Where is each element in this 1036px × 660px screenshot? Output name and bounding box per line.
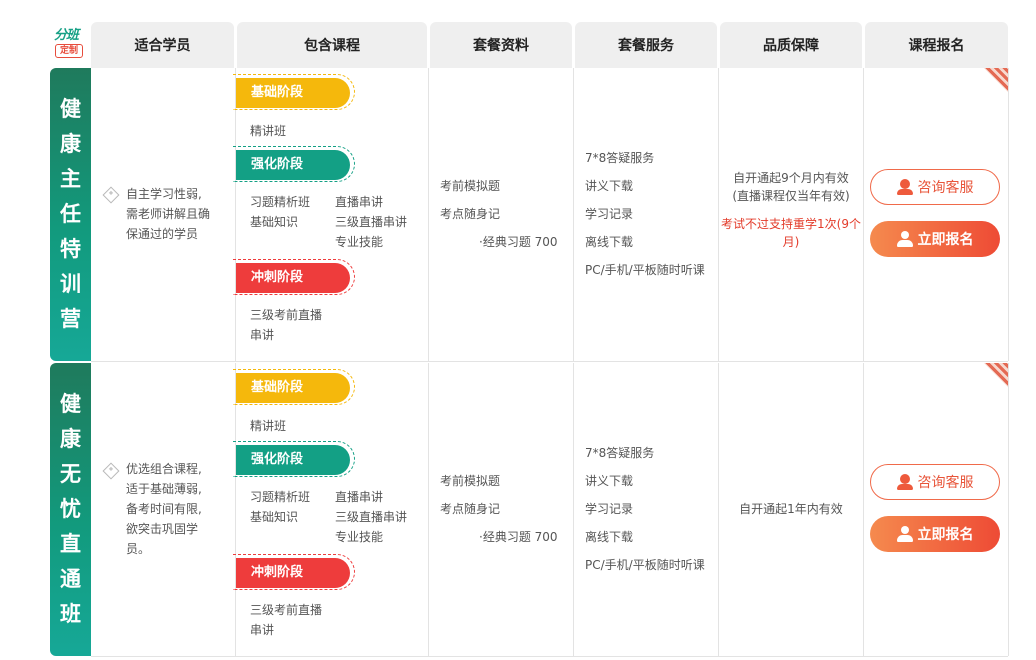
service-item: 学习记录 [585, 502, 634, 516]
stage-strengthen-badge: 强化阶段 [233, 441, 355, 477]
user-icon [896, 231, 913, 247]
package-name-char: 忧 [60, 497, 81, 521]
guarantee-retake-text: 考试不过支持重学1次(9个 月) [721, 217, 861, 249]
course-item: 串讲 [250, 623, 275, 637]
enroll-button[interactable]: 立即报名 [870, 516, 1000, 552]
corner-ribbon-icon [984, 68, 1008, 92]
package-name-band: 健 康 无 忧 直 通 班 [50, 363, 91, 656]
package-name-char: 训 [60, 272, 81, 296]
stage-sprint-badge: 冲刺阶段 [233, 554, 355, 590]
package-name-char: 通 [60, 567, 81, 591]
stage-strengthen-badge: 强化阶段 [233, 146, 355, 182]
course-item: 习题精析班 [250, 195, 311, 209]
customer-service-icon [896, 179, 913, 195]
course-item: 三级考前直播 [250, 308, 323, 322]
service-item: 离线下载 [585, 530, 634, 544]
package-name-char: 班 [60, 602, 81, 626]
user-icon [896, 526, 913, 542]
package-name-char: 主 [60, 167, 81, 191]
student-description: 自主学习性弱, 需老师讲解且确 保通过的学员 [126, 187, 211, 241]
enroll-button[interactable]: 立即报名 [870, 221, 1000, 257]
brand-logo: 分班 定制 [50, 22, 90, 68]
package-name-char: 特 [60, 237, 81, 261]
material-item: 考前模拟题 [440, 179, 501, 193]
consult-button[interactable]: 咨询客服 [870, 464, 1000, 500]
service-item: 讲义下载 [585, 474, 634, 488]
service-item: 7*8答疑服务 [585, 446, 655, 460]
package-row [91, 68, 1008, 362]
header-courses: 包含课程 [237, 22, 427, 68]
stage-basic-badge: 基础阶段 [233, 369, 355, 405]
package-name-char: 直 [60, 532, 81, 556]
package-name-char: 任 [60, 202, 81, 226]
stage-sprint-badge: 冲刺阶段 [233, 259, 355, 295]
course-item: 习题精析班 [250, 490, 311, 504]
logo-badge-text: 定制 [55, 44, 83, 58]
stage-basic-badge: 基础阶段 [233, 74, 355, 110]
material-item: 考前模拟题 [440, 474, 501, 488]
package-name-char: 健 [60, 97, 81, 121]
consult-button[interactable]: 咨询客服 [870, 169, 1000, 205]
material-item: ·经典习题 700 [479, 235, 558, 249]
corner-ribbon-icon [984, 363, 1008, 387]
material-item: 考点随身记 [440, 502, 501, 516]
course-item: 精讲班 [250, 124, 287, 138]
header-enroll: 课程报名 [865, 22, 1008, 68]
package-name-band: 健 康 主 任 特 训 营 [50, 68, 91, 361]
package-name-char: 健 [60, 392, 81, 416]
material-item: ·经典习题 700 [479, 530, 558, 544]
student-description: 优选组合课程, 适于基础薄弱, 备考时间有限, 欲突击巩固学 员。 [126, 462, 202, 556]
service-item: 学习记录 [585, 207, 634, 221]
service-item: 离线下载 [585, 235, 634, 249]
course-item: 三级直播串讲 [335, 215, 408, 229]
package-name-char: 无 [60, 462, 81, 486]
package-name-char: 康 [60, 427, 81, 451]
service-item: 7*8答疑服务 [585, 151, 655, 165]
service-item: 讲义下载 [585, 179, 634, 193]
guarantee-text: 自开通起9个月内有效 (直播课程仅当年有效) [732, 171, 850, 203]
course-item: 精讲班 [250, 419, 287, 433]
package-name-char: 营 [60, 307, 81, 331]
header-students: 适合学员 [91, 22, 234, 68]
header-guarantee: 品质保障 [720, 22, 862, 68]
package-name-char: 康 [60, 132, 81, 156]
service-item: PC/手机/平板随时听课 [585, 263, 705, 277]
course-item: 三级考前直播 [250, 603, 323, 617]
header-materials: 套餐资料 [430, 22, 572, 68]
course-item: 三级直播串讲 [335, 510, 408, 524]
course-item: 直播串讲 [335, 490, 384, 504]
course-item: 专业技能 [335, 235, 384, 249]
material-item: 考点随身记 [440, 207, 501, 221]
course-item: 专业技能 [335, 530, 384, 544]
course-item: 直播串讲 [335, 195, 384, 209]
customer-service-icon [896, 474, 913, 490]
course-item: 基础知识 [250, 215, 299, 229]
service-item: PC/手机/平板随时听课 [585, 558, 705, 572]
logo-top-text: 分班 [54, 28, 79, 43]
header-services: 套餐服务 [575, 22, 717, 68]
course-item: 基础知识 [250, 510, 299, 524]
guarantee-text: 自开通起1年内有效 [739, 502, 843, 516]
package-row [91, 363, 1008, 657]
course-item: 串讲 [250, 328, 275, 342]
